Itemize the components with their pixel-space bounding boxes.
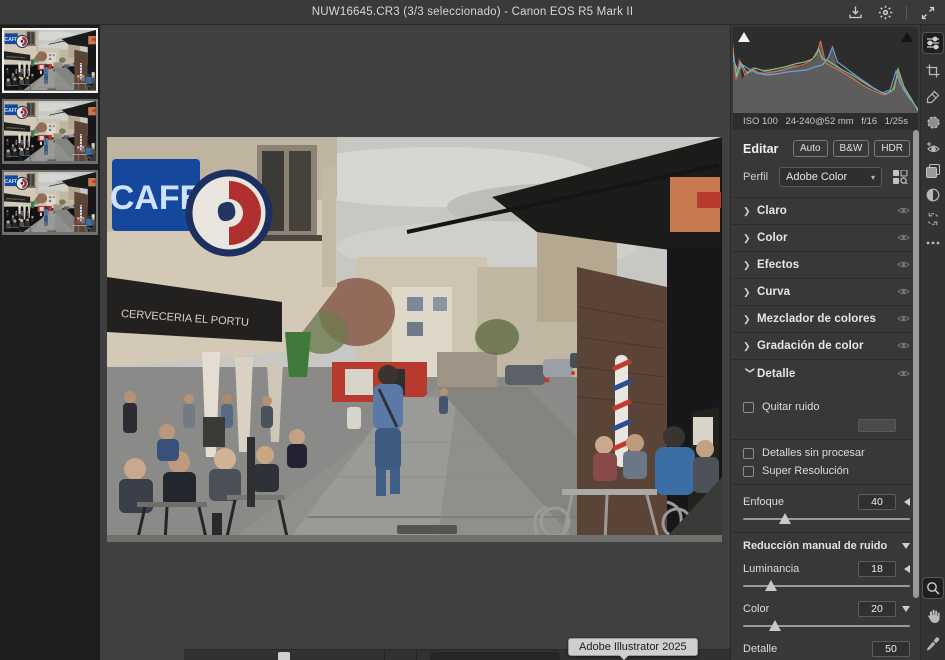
slider-thumb[interactable] (779, 513, 791, 524)
tooltip-pointer (619, 655, 629, 660)
denoise-checkbox[interactable] (743, 402, 754, 413)
more-icon[interactable] (923, 233, 943, 253)
sharpen-value[interactable]: 40 (858, 494, 896, 510)
luminance-slider: Luminancia 18 (743, 561, 910, 592)
heal-icon[interactable] (923, 87, 943, 107)
titlebar-separator (906, 6, 907, 20)
filmstrip-thumbnail-1[interactable] (2, 28, 98, 93)
profile-browser-icon[interactable] (890, 168, 910, 186)
auto-button[interactable]: Auto (793, 140, 828, 157)
exif-strip: ISO 100 24-240@52 mm f/16 1/25s (733, 113, 918, 130)
exif-aperture: f/16 (861, 116, 877, 127)
slider-thumb[interactable] (769, 620, 781, 631)
section-gradacion[interactable]: ❯ Gradación de color (731, 333, 920, 360)
filmstrip-thumbnail-2[interactable] (2, 99, 98, 164)
highlight-clip-indicator[interactable] (899, 30, 915, 43)
chevron-right-icon: ❯ (743, 206, 757, 217)
bw-button[interactable]: B&W (833, 140, 870, 157)
red-eye-icon[interactable] (923, 137, 943, 157)
dock-icon-peek (278, 652, 290, 660)
manual-nr-header[interactable]: Reducción manual de ruido (743, 540, 910, 552)
exif-lens: 24-240@52 mm (785, 116, 853, 127)
edit-title: Editar (743, 142, 788, 156)
section-color[interactable]: ❯ Color (731, 225, 920, 252)
mask-icon[interactable] (923, 112, 943, 132)
detail-nr-value[interactable]: 50 (872, 641, 910, 657)
section-detalle[interactable]: ❯ Detalle (731, 360, 920, 387)
refresh-icon[interactable] (923, 209, 943, 229)
hand-tool-icon[interactable] (923, 606, 943, 626)
zoom-tool-icon[interactable] (923, 578, 943, 598)
versions-icon[interactable] (923, 161, 943, 181)
bottom-zoom-pill (430, 652, 560, 660)
chevron-down-icon: ▾ (871, 173, 875, 182)
profile-select[interactable]: Adobe Color▾ (779, 167, 882, 187)
edit-sliders-icon[interactable] (923, 33, 943, 53)
chevron-right-icon: ❯ (743, 314, 757, 325)
sharpen-track[interactable] (743, 513, 910, 525)
profile-row: Perfil Adobe Color▾ (731, 165, 920, 198)
denoise-amount-disabled (858, 419, 896, 432)
filmstrip (0, 25, 100, 660)
panel-scrollbar[interactable] (913, 130, 919, 598)
super-resolution-checkbox-row[interactable]: Super Resolución (743, 465, 910, 477)
disclosure-down-icon[interactable] (902, 543, 910, 549)
chevron-right-icon: ❯ (743, 287, 757, 298)
detalle-body: Quitar ruido Detalles sin procesar Super… (731, 387, 920, 660)
titlebar: NUW16645.CR3 (3/3 seleccionado) - Canon … (0, 0, 945, 25)
fullscreen-icon[interactable] (919, 4, 937, 22)
eye-icon[interactable] (897, 283, 910, 301)
section-mezclador[interactable]: ❯ Mezclador de colores (731, 306, 920, 333)
dock-tooltip: Adobe Illustrator 2025 (568, 638, 698, 656)
sharpen-slider: Enfoque 40 (743, 494, 910, 525)
edit-header: Editar Auto B&W HDR (731, 130, 920, 165)
tool-rail (920, 25, 945, 660)
filmstrip-thumbnail-3[interactable] (2, 170, 98, 235)
disclosure-left-icon[interactable] (904, 498, 910, 506)
chevron-right-icon: ❯ (743, 233, 757, 244)
exif-iso: ISO 100 (743, 116, 778, 127)
slider-thumb[interactable] (765, 580, 777, 591)
edit-panel: ISO 100 24-240@52 mm f/16 1/25s Editar A… (730, 25, 920, 660)
section-curva[interactable]: ❯ Curva (731, 279, 920, 306)
denoise-checkbox-row[interactable]: Quitar ruido (743, 401, 910, 413)
presets-icon[interactable] (923, 185, 943, 205)
raw-details-checkbox[interactable] (743, 448, 754, 459)
eyedropper-icon[interactable] (923, 634, 943, 654)
eye-icon[interactable] (897, 310, 910, 328)
chevron-right-icon: ❯ (743, 341, 757, 352)
eye-icon[interactable] (897, 202, 910, 220)
eye-icon[interactable] (897, 256, 910, 274)
chevron-down-icon: ❯ (745, 367, 756, 381)
color-nr-value[interactable]: 20 (858, 601, 896, 617)
section-claro[interactable]: ❯ Claro (731, 198, 920, 225)
eye-icon[interactable] (897, 365, 910, 383)
download-icon[interactable] (846, 4, 864, 22)
chevron-right-icon: ❯ (743, 260, 757, 271)
eye-icon[interactable] (897, 337, 910, 355)
section-efectos[interactable]: ❯ Efectos (731, 252, 920, 279)
exif-shutter: 1/25s (885, 116, 908, 127)
disclosure-left-icon[interactable] (904, 565, 910, 573)
hdr-button[interactable]: HDR (874, 140, 910, 157)
detail-nr-slider: Detalle 50 (743, 641, 910, 660)
profile-label: Perfil (743, 171, 779, 183)
preview-canvas (101, 25, 730, 660)
eye-icon[interactable] (897, 229, 910, 247)
color-nr-track[interactable] (743, 620, 910, 632)
disclosure-down-icon[interactable] (902, 606, 910, 612)
luminance-track[interactable] (743, 580, 910, 592)
shadow-clip-indicator[interactable] (736, 30, 752, 43)
gear-icon[interactable] (876, 4, 894, 22)
luminance-value[interactable]: 18 (858, 561, 896, 577)
color-nr-slider: Color 20 (743, 601, 910, 632)
camera-raw-window: CAFE CERVECERIA EL PORTU (0, 0, 945, 660)
crop-icon[interactable] (923, 61, 943, 81)
raw-details-checkbox-row[interactable]: Detalles sin procesar (743, 447, 910, 459)
window-title: NUW16645.CR3 (3/3 seleccionado) - Canon … (312, 6, 633, 18)
histogram[interactable] (733, 27, 918, 113)
photo-preview (107, 137, 722, 542)
super-resolution-checkbox[interactable] (743, 466, 754, 477)
